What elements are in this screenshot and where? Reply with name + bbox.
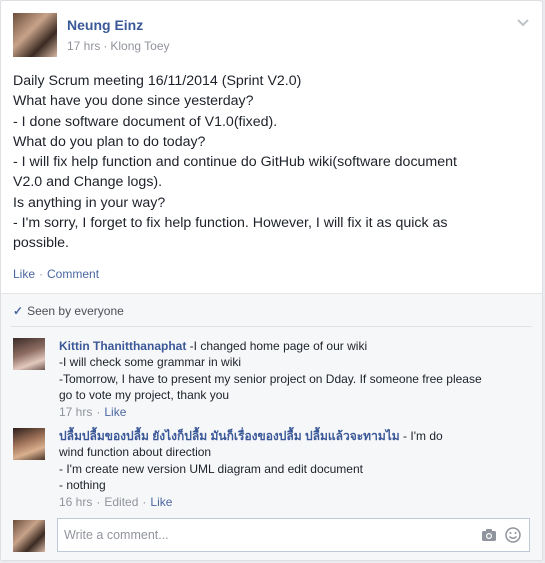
author-name[interactable]: Neung Einz: [67, 17, 143, 33]
post-header: Neung Einz 17 hrs · Klong Toey: [13, 13, 530, 61]
comment-line: - nothing: [59, 477, 106, 492]
post-line: - I will fix help function and continue …: [13, 154, 457, 171]
post-location[interactable]: Klong Toey: [110, 39, 169, 53]
post-time[interactable]: 17 hrs: [67, 39, 100, 53]
check-icon: ✓: [13, 304, 24, 318]
comment-line: -Tomorrow, I have to present my senior p…: [59, 371, 482, 386]
post-meta: 17 hrs · Klong Toey: [67, 39, 170, 53]
smiley-icon[interactable]: [505, 527, 521, 543]
comment-time[interactable]: 16 hrs: [59, 495, 92, 509]
comment-meta: 16 hrs · Edited · Like: [59, 494, 526, 510]
comment-body: ปลื้มปลื้มของปลื้ม ยังไงก็ปลื้ม มันก็เรื…: [59, 428, 526, 510]
commenter-avatar[interactable]: [13, 428, 45, 460]
edited-label[interactable]: Edited: [104, 495, 138, 509]
comment-line: -I will check some grammar in wiki: [59, 355, 242, 370]
comment-line: - I'm do: [403, 429, 443, 443]
post-line: What have you done since yesterday?: [13, 93, 254, 110]
action-separator: ·: [39, 267, 44, 281]
author-avatar[interactable]: [13, 13, 57, 57]
post-actions: Like · Comment: [13, 267, 99, 281]
comment-body: Kittin Thanitthanaphat -I changed home p…: [59, 338, 526, 420]
commenter-avatar[interactable]: [13, 338, 45, 370]
comment-like-button[interactable]: Like: [104, 405, 126, 419]
commenter-name[interactable]: Kittin Thanitthanaphat: [59, 339, 186, 353]
comment-line: wind function about direction: [59, 445, 212, 460]
post-card: Neung Einz 17 hrs · Klong Toey Daily Scrum…: [0, 0, 543, 561]
seen-label: Seen by everyone: [27, 304, 124, 318]
comment-composer: [13, 518, 530, 558]
meta-separator: ·: [96, 405, 101, 420]
post-line: Is anything in your way?: [13, 194, 166, 211]
post-line: possible.: [13, 235, 69, 252]
comment-line: -I changed home page of our wiki: [189, 339, 368, 353]
comment-line: - I'm create new version UML diagram and…: [59, 461, 363, 476]
comment-button[interactable]: Comment: [47, 267, 99, 281]
post-line: Daily Scrum meeting 16/11/2014 (Sprint V…: [13, 73, 302, 89]
commenter-name[interactable]: ปลื้มปลื้มของปลื้ม ยังไงก็ปลื้ม มันก็เรื…: [59, 429, 400, 443]
meta-separator: ·: [103, 39, 108, 53]
meta-separator: ·: [96, 495, 101, 510]
comment-line: go to vote my project, thank you: [59, 387, 230, 402]
like-button[interactable]: Like: [13, 267, 35, 281]
comment-time[interactable]: 17 hrs: [59, 405, 92, 419]
feedback-section: ✓ Seen by everyone Kittin Thanitthanaphat…: [1, 293, 542, 560]
camera-icon[interactable]: [481, 528, 497, 542]
post-line: - I done software document of V1.0(fixed…: [13, 113, 278, 130]
comment-meta: 17 hrs · Like: [59, 404, 526, 420]
meta-separator: ·: [142, 495, 147, 510]
comment-input-box: [57, 518, 530, 552]
post-line: What do you plan to do today?: [13, 133, 206, 150]
divider: [11, 326, 532, 327]
chevron-down-icon[interactable]: [516, 15, 530, 29]
comment-input[interactable]: [58, 519, 529, 551]
seen-indicator: ✓ Seen by everyone: [13, 304, 124, 318]
current-user-avatar[interactable]: [13, 520, 45, 552]
post-line: - I'm sorry, I forget to fix help functi…: [13, 215, 448, 232]
comment-like-button[interactable]: Like: [150, 495, 172, 509]
post-body: Daily Scrum meeting 16/11/2014 (Sprint V…: [13, 71, 526, 254]
post-line: V2.0 and Change logs).: [13, 174, 163, 191]
